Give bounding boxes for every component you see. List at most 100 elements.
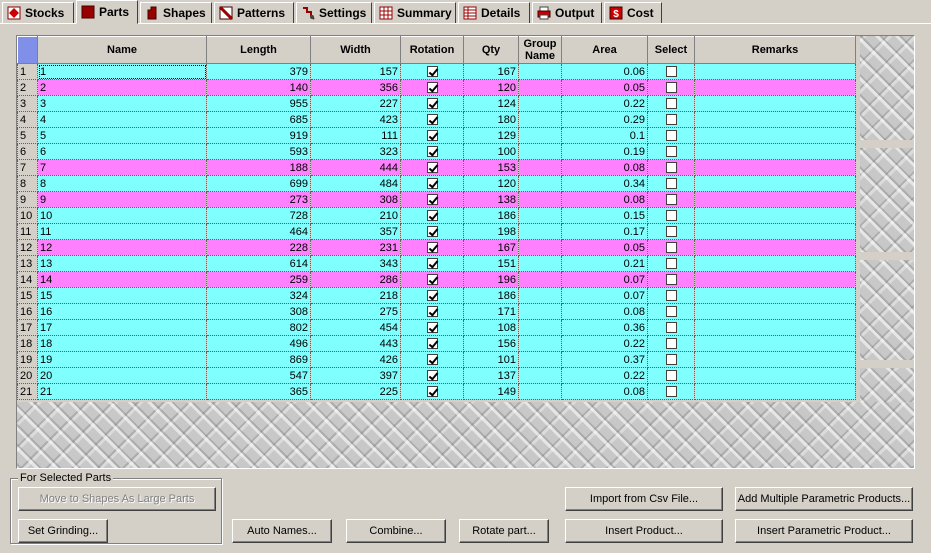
qty-cell[interactable]: 137 bbox=[463, 367, 519, 384]
group-name-cell[interactable] bbox=[518, 303, 562, 320]
qty-cell[interactable]: 186 bbox=[463, 287, 519, 304]
column-header-area[interactable]: Area bbox=[561, 36, 648, 64]
length-cell[interactable]: 869 bbox=[206, 351, 311, 368]
select-cell[interactable] bbox=[647, 127, 695, 144]
rotation-checkbox[interactable] bbox=[426, 114, 438, 126]
group-name-cell[interactable] bbox=[518, 239, 562, 256]
area-cell[interactable]: 0.37 bbox=[561, 351, 648, 368]
rotation-cell[interactable] bbox=[400, 159, 464, 176]
auto-names-button[interactable]: Auto Names... bbox=[232, 519, 332, 543]
rotation-cell[interactable] bbox=[400, 175, 464, 192]
name-cell[interactable]: 18 bbox=[37, 335, 207, 352]
rotation-cell[interactable] bbox=[400, 303, 464, 320]
name-cell[interactable]: 13 bbox=[37, 255, 207, 272]
qty-cell[interactable]: 138 bbox=[463, 191, 519, 208]
select-checkbox[interactable] bbox=[665, 66, 677, 78]
group-name-cell[interactable] bbox=[518, 111, 562, 128]
row-header[interactable]: 4 bbox=[17, 111, 38, 128]
row-header[interactable]: 11 bbox=[17, 223, 38, 240]
length-cell[interactable]: 464 bbox=[206, 223, 311, 240]
width-cell[interactable]: 111 bbox=[310, 127, 401, 144]
rotation-cell[interactable] bbox=[400, 111, 464, 128]
select-cell[interactable] bbox=[647, 319, 695, 336]
select-checkbox[interactable] bbox=[665, 274, 677, 286]
length-cell[interactable]: 259 bbox=[206, 271, 311, 288]
width-cell[interactable]: 443 bbox=[310, 335, 401, 352]
qty-cell[interactable]: 100 bbox=[463, 143, 519, 160]
name-cell[interactable]: 6 bbox=[37, 143, 207, 160]
table-row[interactable]: 11 11 464 357 198 0.17 bbox=[17, 223, 856, 240]
remarks-cell[interactable] bbox=[694, 111, 856, 128]
remarks-cell[interactable] bbox=[694, 303, 856, 320]
area-cell[interactable]: 0.36 bbox=[561, 319, 648, 336]
area-cell[interactable]: 0.34 bbox=[561, 175, 648, 192]
rotation-cell[interactable] bbox=[400, 95, 464, 112]
row-header[interactable]: 12 bbox=[17, 239, 38, 256]
qty-cell[interactable]: 167 bbox=[463, 63, 519, 80]
row-header[interactable]: 16 bbox=[17, 303, 38, 320]
select-cell[interactable] bbox=[647, 367, 695, 384]
group-name-cell[interactable] bbox=[518, 191, 562, 208]
width-cell[interactable]: 286 bbox=[310, 271, 401, 288]
select-checkbox[interactable] bbox=[665, 354, 677, 366]
rotation-checkbox[interactable] bbox=[426, 386, 438, 398]
remarks-cell[interactable] bbox=[694, 255, 856, 272]
table-row[interactable]: 12 12 228 231 167 0.05 bbox=[17, 239, 856, 256]
group-name-cell[interactable] bbox=[518, 79, 562, 96]
area-cell[interactable]: 0.08 bbox=[561, 191, 648, 208]
area-cell[interactable]: 0.29 bbox=[561, 111, 648, 128]
name-cell[interactable]: 8 bbox=[37, 175, 207, 192]
length-cell[interactable]: 308 bbox=[206, 303, 311, 320]
select-checkbox[interactable] bbox=[665, 306, 677, 318]
group-name-cell[interactable] bbox=[518, 271, 562, 288]
rotate-part-button[interactable]: Rotate part... bbox=[459, 519, 549, 543]
remarks-cell[interactable] bbox=[694, 239, 856, 256]
width-cell[interactable]: 343 bbox=[310, 255, 401, 272]
qty-cell[interactable]: 120 bbox=[463, 175, 519, 192]
rotation-checkbox[interactable] bbox=[426, 146, 438, 158]
select-checkbox[interactable] bbox=[665, 290, 677, 302]
area-cell[interactable]: 0.07 bbox=[561, 271, 648, 288]
row-header[interactable]: 20 bbox=[17, 367, 38, 384]
group-name-cell[interactable] bbox=[518, 351, 562, 368]
name-cell[interactable]: 4 bbox=[37, 111, 207, 128]
select-cell[interactable] bbox=[647, 335, 695, 352]
area-cell[interactable]: 0.22 bbox=[561, 335, 648, 352]
length-cell[interactable]: 140 bbox=[206, 79, 311, 96]
area-cell[interactable]: 0.08 bbox=[561, 303, 648, 320]
width-cell[interactable]: 227 bbox=[310, 95, 401, 112]
area-cell[interactable]: 0.22 bbox=[561, 367, 648, 384]
tab-cost[interactable]: $ Cost bbox=[604, 2, 662, 23]
row-header[interactable]: 6 bbox=[17, 143, 38, 160]
remarks-cell[interactable] bbox=[694, 287, 856, 304]
select-checkbox[interactable] bbox=[665, 210, 677, 222]
rotation-checkbox[interactable] bbox=[426, 82, 438, 94]
name-cell[interactable]: 5 bbox=[37, 127, 207, 144]
row-header[interactable]: 5 bbox=[17, 127, 38, 144]
parts-grid[interactable]: Name Length Width Rotation Qty Group Nam… bbox=[16, 35, 915, 469]
rotation-checkbox[interactable] bbox=[426, 66, 438, 78]
select-cell[interactable] bbox=[647, 63, 695, 80]
row-header[interactable]: 1 bbox=[17, 63, 38, 80]
table-row[interactable]: 15 15 324 218 186 0.07 bbox=[17, 287, 856, 304]
row-header[interactable]: 15 bbox=[17, 287, 38, 304]
qty-cell[interactable]: 151 bbox=[463, 255, 519, 272]
rotation-checkbox[interactable] bbox=[426, 290, 438, 302]
rotation-cell[interactable] bbox=[400, 239, 464, 256]
set-grinding-button[interactable]: Set Grinding... bbox=[18, 519, 108, 543]
group-name-cell[interactable] bbox=[518, 367, 562, 384]
import-csv-button[interactable]: Import from Csv File... bbox=[565, 487, 723, 511]
rotation-cell[interactable] bbox=[400, 383, 464, 400]
row-header[interactable]: 21 bbox=[17, 383, 38, 400]
name-cell[interactable]: 10 bbox=[37, 207, 207, 224]
column-header-width[interactable]: Width bbox=[310, 36, 401, 64]
remarks-cell[interactable] bbox=[694, 383, 856, 400]
group-name-cell[interactable] bbox=[518, 255, 562, 272]
tab-output[interactable]: Output bbox=[532, 2, 602, 23]
length-cell[interactable]: 379 bbox=[206, 63, 311, 80]
table-row[interactable]: 10 10 728 210 186 0.15 bbox=[17, 207, 856, 224]
qty-cell[interactable]: 101 bbox=[463, 351, 519, 368]
insert-parametric-button[interactable]: Insert Parametric Product... bbox=[735, 519, 913, 543]
row-header[interactable]: 9 bbox=[17, 191, 38, 208]
qty-cell[interactable]: 129 bbox=[463, 127, 519, 144]
